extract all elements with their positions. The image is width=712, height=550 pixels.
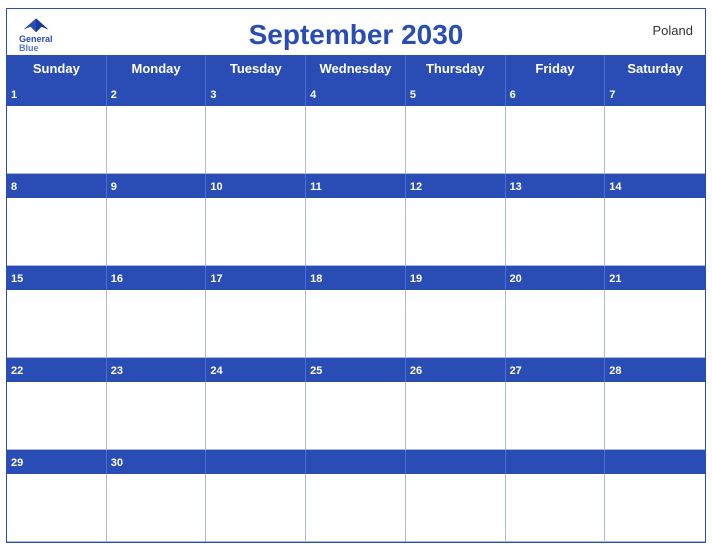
cell-1 xyxy=(7,106,107,174)
cell-18 xyxy=(306,290,406,358)
date-17: 17 xyxy=(210,273,222,285)
date-19: 19 xyxy=(410,273,422,285)
cell-25 xyxy=(306,382,406,450)
cell-23 xyxy=(107,382,207,450)
date-6: 6 xyxy=(510,89,516,101)
week-2-numbers: 8 9 10 11 12 13 14 xyxy=(7,174,705,198)
date-9: 9 xyxy=(111,181,117,193)
cell-4 xyxy=(306,106,406,174)
cell-empty-1 xyxy=(206,474,306,542)
day-header-sunday: Sunday xyxy=(7,55,107,82)
cell-empty-5 xyxy=(605,474,705,542)
date-26: 26 xyxy=(410,365,422,377)
cell-2 xyxy=(107,106,207,174)
cell-21 xyxy=(605,290,705,358)
cell-20 xyxy=(506,290,606,358)
week-1-body xyxy=(7,106,705,174)
date-24: 24 xyxy=(210,365,222,377)
cell-6 xyxy=(506,106,606,174)
cell-27 xyxy=(506,382,606,450)
week-2-body xyxy=(7,198,705,266)
week-5-numbers: 29 30 xyxy=(7,450,705,474)
date-15: 15 xyxy=(11,273,23,285)
date-14: 14 xyxy=(609,181,621,193)
date-16: 16 xyxy=(111,273,123,285)
date-22: 22 xyxy=(11,365,23,377)
cell-14 xyxy=(605,198,705,266)
day-header-wednesday: Wednesday xyxy=(306,55,406,82)
cell-empty-2 xyxy=(306,474,406,542)
date-18: 18 xyxy=(310,273,322,285)
date-2: 2 xyxy=(111,89,117,101)
cell-16 xyxy=(107,290,207,358)
date-3: 3 xyxy=(210,89,216,101)
cell-26 xyxy=(406,382,506,450)
date-23: 23 xyxy=(111,365,123,377)
date-7: 7 xyxy=(609,89,615,101)
week-3-numbers: 15 16 17 18 19 20 21 xyxy=(7,266,705,290)
date-13: 13 xyxy=(510,181,522,193)
date-28: 28 xyxy=(609,365,621,377)
date-4: 4 xyxy=(310,89,316,101)
calendar: GeneralBlue September 2030 Poland Sunday… xyxy=(6,8,706,543)
logo: GeneralBlue xyxy=(19,17,53,55)
cell-13 xyxy=(506,198,606,266)
date-25: 25 xyxy=(310,365,322,377)
week-5-body xyxy=(7,474,705,542)
week-1-numbers: 1 2 3 4 5 6 7 xyxy=(7,82,705,106)
date-10: 10 xyxy=(210,181,222,193)
cell-8 xyxy=(7,198,107,266)
date-27: 27 xyxy=(510,365,522,377)
cell-12 xyxy=(406,198,506,266)
cell-3 xyxy=(206,106,306,174)
cell-29 xyxy=(7,474,107,542)
day-header-thursday: Thursday xyxy=(406,55,506,82)
day-header-tuesday: Tuesday xyxy=(206,55,306,82)
calendar-title: September 2030 xyxy=(23,19,689,51)
cell-22 xyxy=(7,382,107,450)
date-30: 30 xyxy=(111,457,123,469)
day-header-saturday: Saturday xyxy=(605,55,705,82)
week-4-numbers: 22 23 24 25 26 27 28 xyxy=(7,358,705,382)
cell-7 xyxy=(605,106,705,174)
date-8: 8 xyxy=(11,181,17,193)
cell-empty-3 xyxy=(406,474,506,542)
day-header-friday: Friday xyxy=(506,55,606,82)
cell-11 xyxy=(306,198,406,266)
date-29: 29 xyxy=(11,457,23,469)
date-20: 20 xyxy=(510,273,522,285)
country-label: Poland xyxy=(653,23,693,38)
cell-24 xyxy=(206,382,306,450)
week-4-body xyxy=(7,382,705,450)
cell-10 xyxy=(206,198,306,266)
logo-icon xyxy=(22,17,50,35)
day-header-monday: Monday xyxy=(107,55,207,82)
cell-17 xyxy=(206,290,306,358)
cell-5 xyxy=(406,106,506,174)
cell-15 xyxy=(7,290,107,358)
date-21: 21 xyxy=(609,273,621,285)
date-12: 12 xyxy=(410,181,422,193)
cell-28 xyxy=(605,382,705,450)
calendar-header: GeneralBlue September 2030 Poland xyxy=(7,9,705,55)
cell-30 xyxy=(107,474,207,542)
cell-9 xyxy=(107,198,207,266)
date-5: 5 xyxy=(410,89,416,101)
date-11: 11 xyxy=(310,181,322,193)
cell-empty-4 xyxy=(506,474,606,542)
days-of-week-header: Sunday Monday Tuesday Wednesday Thursday… xyxy=(7,55,705,82)
cell-19 xyxy=(406,290,506,358)
date-1: 1 xyxy=(11,89,17,101)
logo-text: GeneralBlue xyxy=(19,35,53,55)
week-3-body xyxy=(7,290,705,358)
